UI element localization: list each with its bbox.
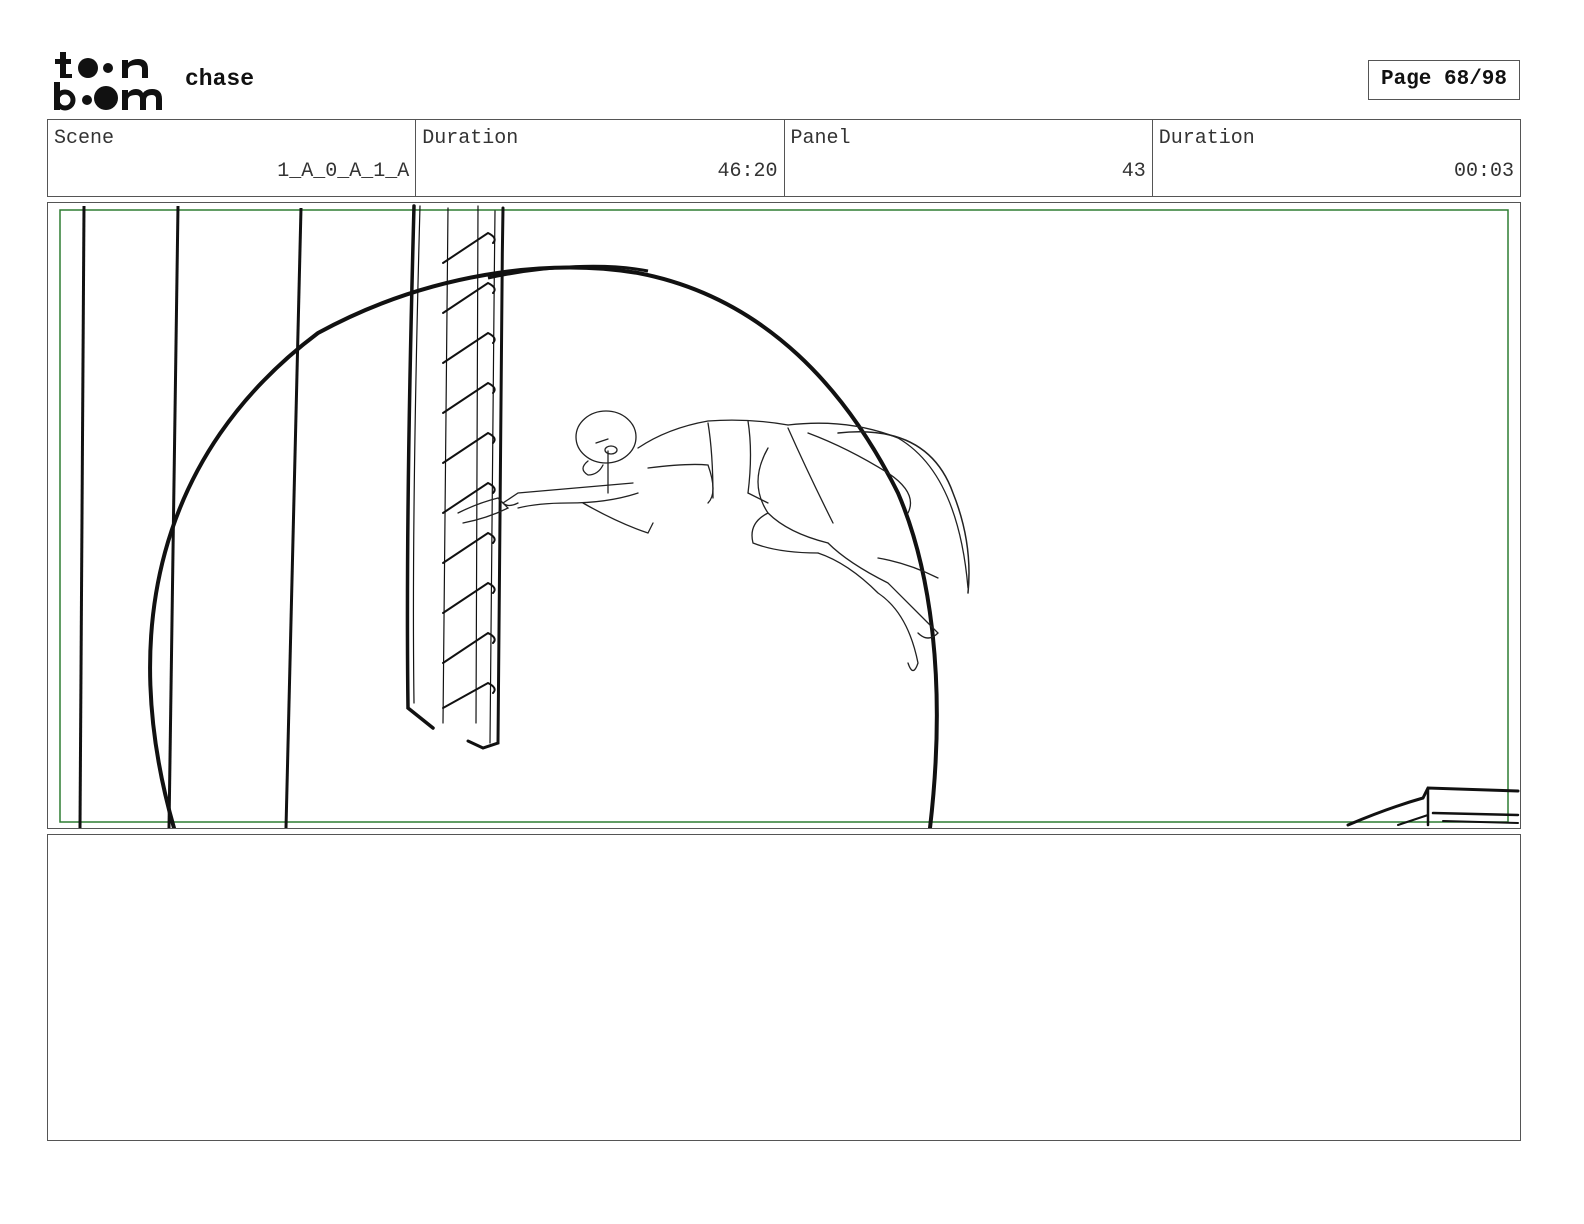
circle-arc [148,265,939,828]
scene-duration-value: 46:20 [717,160,778,183]
scene-cell: Scene 1_A_0_A_1_A [48,120,417,196]
safe-frame [59,209,1509,823]
action-notes-box[interactable] [47,834,1521,1141]
scene-duration-cell: Duration 46:20 [416,120,785,196]
panel-sketch [59,204,1520,828]
panel-value: 43 [1121,160,1146,183]
ladder [405,204,505,750]
bar-1 [78,205,86,828]
platform-sketch [1346,786,1520,827]
panel-duration-label: Duration [1158,127,1255,150]
scene-label: Scene [54,127,115,150]
panel-label: Panel [790,127,851,150]
info-table: Scene 1_A_0_A_1_A Duration 46:20 Panel 4… [47,119,1521,197]
character-sketch [457,410,970,672]
project-title: chase [185,66,255,92]
panel-duration-cell: Duration 00:03 [1153,120,1520,196]
scene-value: 1_A_0_A_1_A [277,160,410,183]
scene-duration-label: Duration [422,127,519,150]
panel-duration-value: 00:03 [1453,160,1514,183]
toon-boom-logo [54,52,162,111]
bar-3 [284,207,303,828]
page-indicator: Page 68/98 [1368,60,1520,100]
storyboard-panel [47,202,1521,829]
panel-cell: Panel 43 [785,120,1153,196]
